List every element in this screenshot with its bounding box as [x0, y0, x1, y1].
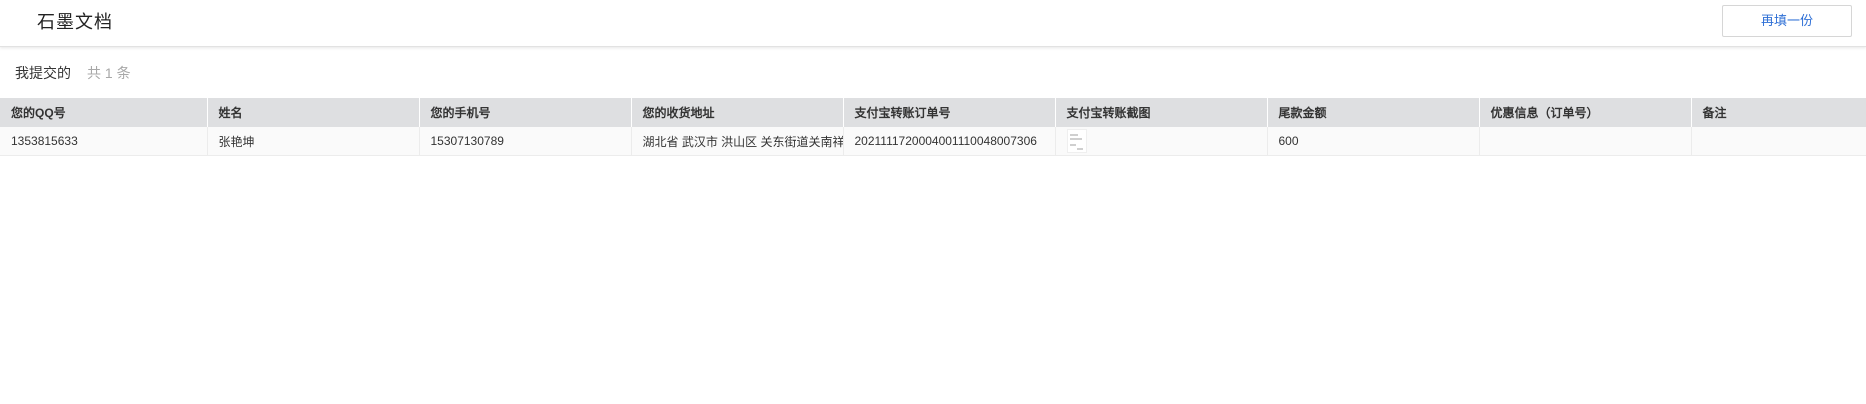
column-header-discount[interactable]: 优惠信息（订单号）	[1479, 98, 1692, 127]
image-thumbnail-icon[interactable]	[1066, 129, 1087, 153]
submission-count: 共 1 条	[87, 65, 131, 81]
refill-button[interactable]: 再填一份	[1722, 5, 1852, 37]
cell-note	[1691, 127, 1866, 156]
cell-name: 张艳坤	[207, 127, 420, 156]
cell-order-no: 2021111720004001110048007306	[843, 127, 1056, 156]
column-header-order-no[interactable]: 支付宝转账订单号	[843, 98, 1056, 127]
cell-phone: 15307130789	[419, 127, 632, 156]
brand-logo-text[interactable]: 石墨文档	[37, 8, 113, 34]
column-header-screenshot[interactable]: 支付宝转账截图	[1055, 98, 1268, 127]
table-header-row: 您的QQ号 姓名 您的手机号 您的收货地址 支付宝转账订单号 支付宝转账截图 尾…	[0, 98, 1866, 127]
cell-address: 湖北省 武汉市 洪山区 关东街道关南祥	[631, 127, 844, 156]
submissions-table: 您的QQ号 姓名 您的手机号 您的收货地址 支付宝转账订单号 支付宝转账截图 尾…	[0, 98, 1866, 156]
cell-screenshot	[1055, 127, 1268, 156]
column-header-note[interactable]: 备注	[1691, 98, 1866, 127]
cell-qq: 1353815633	[0, 127, 208, 156]
cell-discount	[1479, 127, 1692, 156]
column-header-phone[interactable]: 您的手机号	[419, 98, 632, 127]
table-row[interactable]: 1353815633 张艳坤 15307130789 湖北省 武汉市 洪山区 关…	[0, 127, 1866, 156]
column-header-qq[interactable]: 您的QQ号	[0, 98, 208, 127]
section-title: 我提交的	[15, 65, 71, 81]
column-header-name[interactable]: 姓名	[207, 98, 420, 127]
cell-balance: 600	[1267, 127, 1480, 156]
column-header-address[interactable]: 您的收货地址	[631, 98, 844, 127]
column-header-balance[interactable]: 尾款金额	[1267, 98, 1480, 127]
top-bar: 石墨文档 再填一份	[0, 0, 1866, 47]
